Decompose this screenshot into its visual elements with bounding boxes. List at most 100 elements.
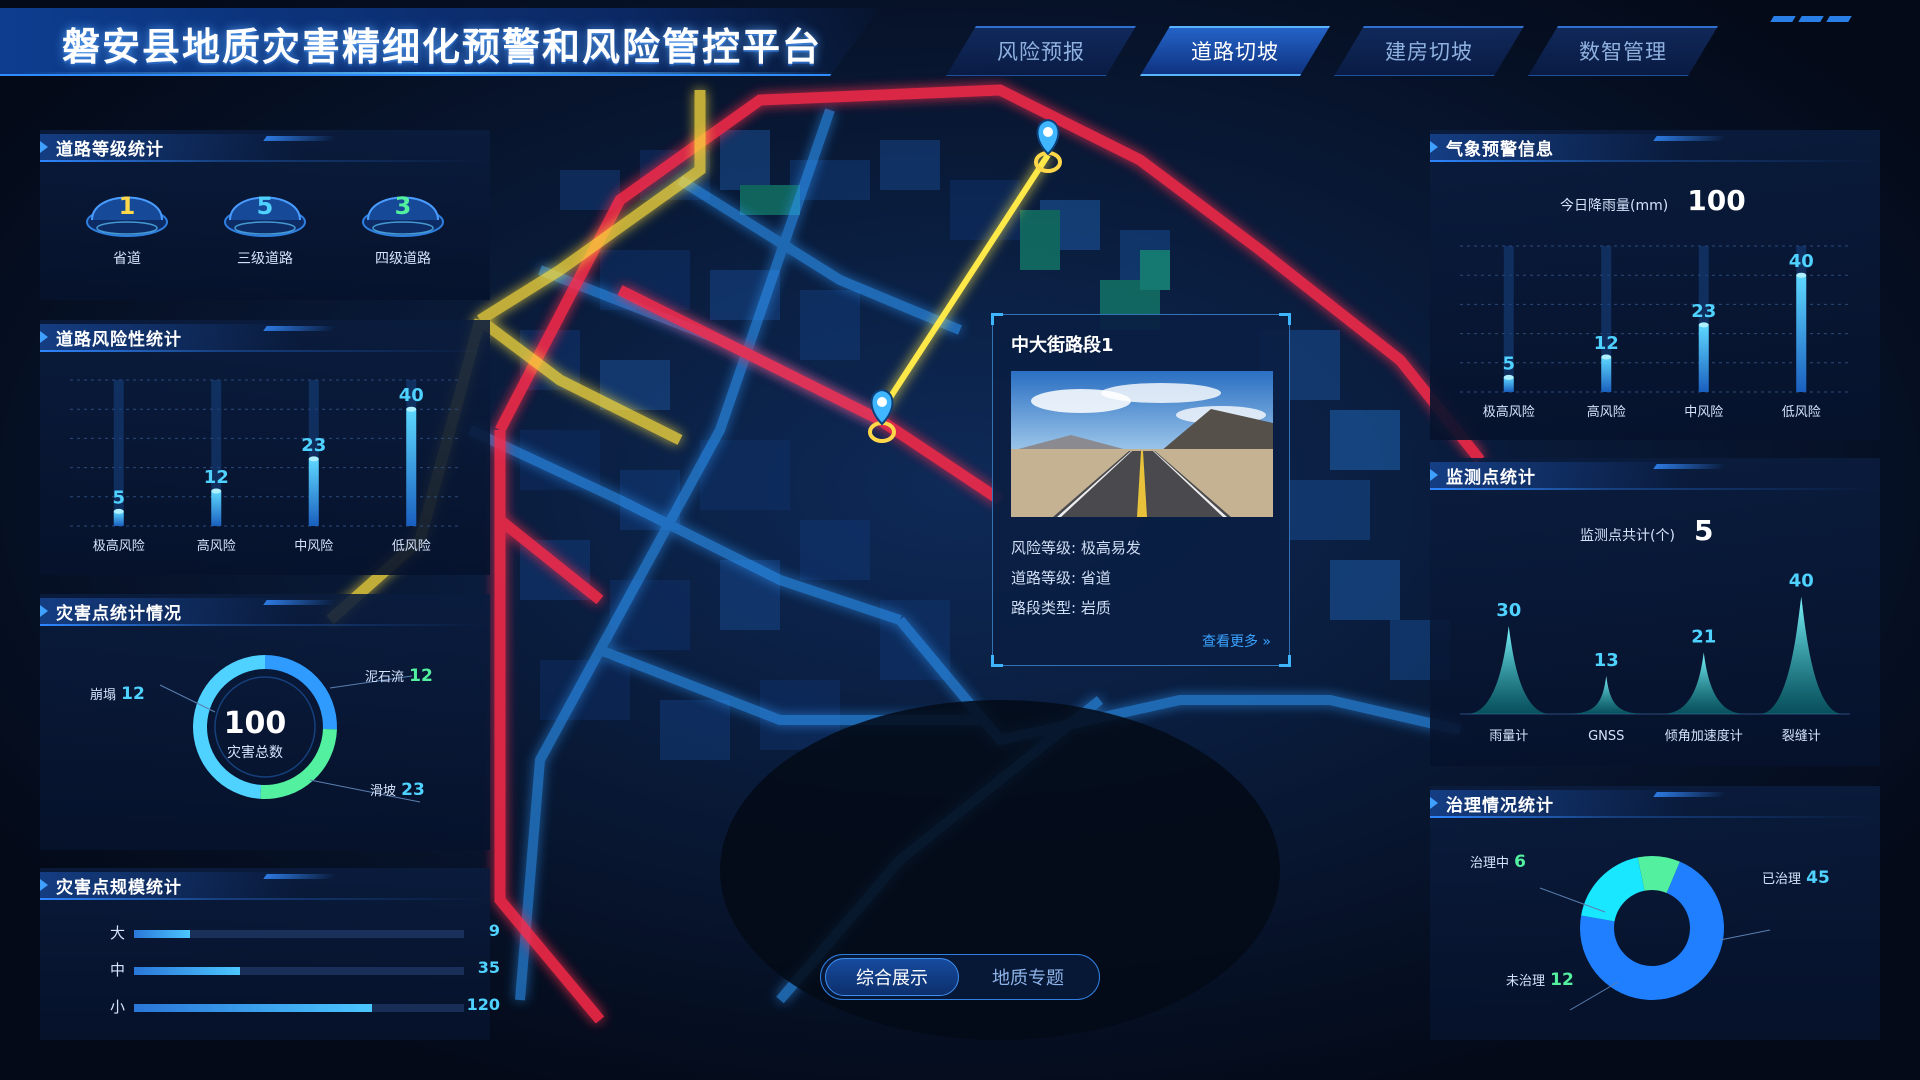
bar-chart-svg: 5 极高风险 12 高风险 23 中风险 40 低风险 <box>1460 245 1850 420</box>
panel-header: 气象预警信息 <box>1430 130 1880 162</box>
road-grade-value: 1 <box>118 192 136 220</box>
legend-label: 滑坡 <box>370 784 397 799</box>
bar-category-label: 极高风险 <box>1483 404 1535 420</box>
scale-label: 小 <box>110 998 126 1016</box>
road-risk-bar-chart: 5 极高风险 12 高风险 23 中风险 40 低风险 <box>40 360 490 570</box>
road-grade-label: 省道 <box>113 251 141 267</box>
popup-type-row: 路段类型: 岩质 <box>1011 597 1111 618</box>
tab-building-slope[interactable]: 建房切坡 <box>1334 26 1524 76</box>
bar-cap <box>211 488 222 494</box>
bar-value-label: 23 <box>1691 301 1716 322</box>
mode-geology-button[interactable]: 地质专题 <box>961 958 1095 996</box>
popup-grade-label: 道路等级: <box>1011 569 1077 587</box>
bar-value-label: 5 <box>1502 353 1515 374</box>
bar-category-label: 高风险 <box>1587 404 1626 420</box>
tab-digital-management[interactable]: 数智管理 <box>1528 26 1718 76</box>
arrow-icon <box>1430 141 1438 153</box>
hazard-total-value: 100 <box>223 706 287 741</box>
bar <box>1796 275 1807 392</box>
peak-value-label: 30 <box>1496 600 1521 621</box>
legend-label: 治理中 <box>1470 856 1510 871</box>
tab-label: 道路切坡 <box>1191 40 1279 64</box>
legend-label: 已治理 <box>1762 872 1802 887</box>
mode-toggle: 综合展示 地质专题 <box>820 954 1100 1000</box>
legend-value: 12 <box>1550 970 1574 990</box>
popup-risk-label: 风险等级: <box>1011 539 1077 557</box>
scale-label: 中 <box>110 961 126 979</box>
panel-title: 道路等级统计 <box>56 140 164 160</box>
bar-cap <box>406 406 417 412</box>
popup-grade-row: 道路等级: 省道 <box>1011 567 1111 588</box>
bar <box>211 490 222 526</box>
bar-value-label: 40 <box>399 385 424 406</box>
panel-title: 治理情况统计 <box>1446 796 1554 816</box>
popup-type-label: 路段类型: <box>1011 599 1077 617</box>
leader-line <box>1569 981 1619 1011</box>
bar-category-label: 中风险 <box>1684 405 1723 420</box>
arrow-icon <box>40 879 48 891</box>
panel-title: 灾害点统计情况 <box>56 604 182 624</box>
bar-value-label: 12 <box>204 467 229 488</box>
legend-value: 12 <box>409 666 433 686</box>
legend-debris-flow: 泥石流 12 <box>365 666 433 686</box>
peak-category-label: 倾角加速度计 <box>1665 728 1743 744</box>
header-decoration <box>1770 16 1852 22</box>
peak-category-label: 裂缝计 <box>1782 729 1821 744</box>
panel-monitor-points: 监测点统计 监测点共计(个) 5 30 雨量计 13 GNSS 21 倾角加速度计 40 裂缝… <box>1430 458 1880 766</box>
monitor-total-value: 5 <box>1694 514 1714 547</box>
legend-collapse: 崩塌 12 <box>90 684 145 704</box>
peak-value-label: 21 <box>1691 626 1716 647</box>
bar-value-label: 12 <box>1594 333 1619 354</box>
road-grade-label: 三级道路 <box>237 251 293 267</box>
view-more-link[interactable]: 查看更多 » <box>1202 631 1271 651</box>
tab-road-slope[interactable]: 道路切坡 <box>1140 26 1330 76</box>
peak-shape <box>1759 596 1844 714</box>
road-photo-image <box>1011 371 1273 517</box>
panel-title: 气象预警信息 <box>1446 140 1554 160</box>
peak-category-label: GNSS <box>1588 729 1624 744</box>
popup-risk-value: 极高易发 <box>1080 539 1141 557</box>
panel-header: 道路等级统计 <box>40 130 490 162</box>
leader-line <box>1719 929 1771 941</box>
hazard-total-label: 灾害总数 <box>227 745 283 761</box>
panel-title: 灾害点规模统计 <box>56 878 182 898</box>
road-segment-popup: 中大街路段1 风险等级: 极高易发 道路等级: 省道 路段类型: 岩质 查看更多… <box>991 313 1291 667</box>
arrow-icon <box>1430 797 1438 809</box>
mode-comprehensive-button[interactable]: 综合展示 <box>825 958 959 996</box>
popup-type-value: 岩质 <box>1080 599 1111 617</box>
scale-row-large: 大 9 <box>70 921 500 944</box>
scale-track <box>134 967 464 975</box>
peak-shape <box>1661 652 1746 714</box>
tab-label: 数智管理 <box>1579 40 1667 64</box>
road-grade-value: 3 <box>394 192 412 220</box>
panel-title: 道路风险性统计 <box>56 330 182 350</box>
monitor-total: 监测点共计(个) 5 <box>1580 514 1714 547</box>
bar <box>308 458 319 526</box>
bar <box>406 409 417 526</box>
bar-cap <box>308 456 319 462</box>
scale-value: 35 <box>477 958 500 977</box>
legend-done: 已治理 45 <box>1762 868 1830 888</box>
legend-label: 崩塌 <box>90 688 117 703</box>
road-grade-level3: 5 三级道路 <box>220 182 310 272</box>
road-grade-label: 四级道路 <box>375 251 431 267</box>
popup-grade-value: 省道 <box>1080 569 1111 587</box>
panel-hazard-scale: 灾害点规模统计 大 9 中 35 小 120 <box>40 868 500 1040</box>
panel-header: 治理情况统计 <box>1430 786 1880 818</box>
tab-risk-forecast[interactable]: 风险预报 <box>946 26 1136 76</box>
scale-fill <box>134 930 191 938</box>
donut-slice <box>1581 857 1645 922</box>
scale-track <box>134 930 464 938</box>
arrow-icon <box>40 605 48 617</box>
bar-value-label: 40 <box>1789 251 1814 272</box>
rainfall-summary: 今日降雨量(mm) 100 <box>1560 184 1746 217</box>
scale-value: 120 <box>466 995 500 1014</box>
panel-weather-warning: 气象预警信息 今日降雨量(mm) 100 5 极高风险 12 高风险 23 中风险 40 低风… <box>1430 130 1880 440</box>
bar-cap <box>113 508 124 514</box>
panel-header: 灾害点统计情况 <box>40 594 490 626</box>
legend-label: 未治理 <box>1506 974 1546 989</box>
peak-shape <box>1466 626 1551 714</box>
monitor-total-label: 监测点共计(个) <box>1580 528 1675 544</box>
scale-fill <box>134 1004 372 1012</box>
panel-header: 监测点统计 <box>1430 458 1880 490</box>
